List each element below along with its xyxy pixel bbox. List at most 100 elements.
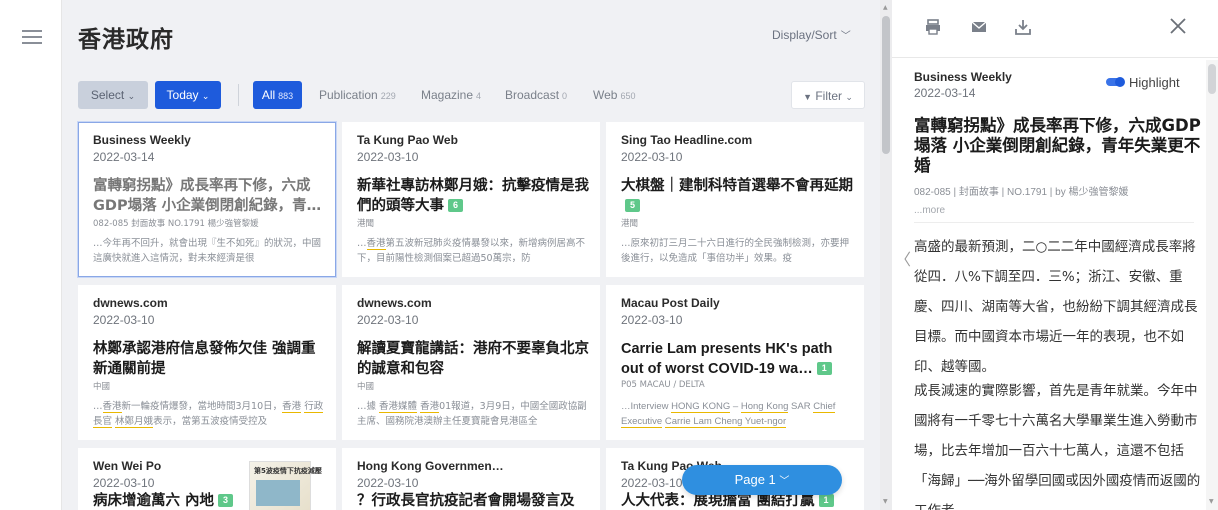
card-headline: Carrie Lam presents HK's path out of wor… [621,339,857,379]
card-date: 2022-03-10 [93,476,155,490]
keyword-highlight: HONG KONG [671,401,731,413]
more-link[interactable]: ...more [914,205,945,216]
card-source: Business Weekly [93,133,191,147]
card-headline-text: ？行政長官抗疫記者會開場發言及 [357,493,575,509]
tab-label: Publication [319,88,378,102]
card-source: Wen Wei Po [93,459,162,473]
download-icon[interactable] [1014,18,1032,36]
close-icon[interactable] [1166,14,1190,38]
card-headline-text: 解讀夏寶龍講話：港府不要辜負北京的誠意和包容 [357,341,589,377]
mention-count-badge: 3 [218,494,234,507]
tab-count: 4 [476,91,482,101]
highlight-toggle[interactable]: Highlight [1106,75,1180,93]
card-section: 港聞 [357,219,375,229]
reader-scrollbar[interactable]: ▼ [1206,60,1218,510]
card-date: 2022-03-10 [357,313,419,327]
mail-icon[interactable] [970,18,988,36]
card-date: 2022-03-10 [93,313,155,327]
display-sort-button[interactable]: Display/Sort ﹀ [772,27,851,42]
tab-publication[interactable]: Publication 229 [319,81,396,109]
card-headline: 新華社專訪林鄭月娥：抗擊疫情是我們的頭等大事 6 [357,176,593,216]
tab-count: 229 [380,91,396,101]
card-date: 2022-03-10 [357,150,419,164]
page-label: Page 1 [734,472,776,487]
keyword-highlight: 林鄭月娥 [115,416,154,428]
card-headline: ？行政長官抗疫記者會開場發言及 [357,491,593,510]
divider [238,84,239,106]
article-card[interactable]: Hong Kong Governmen… 2022-03-10 ？行政長官抗疫記… [342,448,600,510]
tab-label: Broadcast [505,88,560,102]
scroll-down-icon[interactable]: ▼ [883,498,888,505]
card-section: 中國 [93,382,111,392]
hamburger-icon[interactable] [22,30,42,44]
tab-count: 883 [278,91,294,101]
page-title: 香港政府 [78,27,174,53]
scrollbar-thumb[interactable] [882,16,890,154]
reader-paragraph: 成長減速的實際影響，首先是青年就業。今年中國將有一千零七十六萬名大學畢業生進入勞… [914,383,1201,510]
chevron-down-icon: ﹀ [840,31,851,42]
card-headline-text: 大棋盤｜建制科特首選舉不會再延期 [621,178,853,194]
card-date: 2022-03-10 [357,476,419,490]
article-card[interactable]: Macau Post Daily 2022-03-10 Carrie Lam p… [606,285,864,440]
article-card[interactable]: dwnews.com 2022-03-10 林鄭承認港府信息發佈欠佳 強調重新通… [78,285,336,440]
tab-label: Web [593,88,618,102]
card-source: Hong Kong Governmen… [357,459,504,473]
tab-magazine[interactable]: Magazine 4 [421,81,481,109]
scroll-down-icon[interactable]: ▼ [1209,498,1214,505]
reader-meta: 082-085 | 封面故事 | NO.1791 | by 楊少強管黎媛 [914,187,1129,198]
keyword-highlight: 香港 [102,401,122,413]
card-headline-text: 新華社專訪林鄭月娥：抗擊疫情是我們的頭等大事 [357,178,589,214]
keyword-highlight: Carrie Lam Cheng Yuet-ngor [664,416,787,428]
card-headline-text: 富轉窮拐點》成長率再下修，六成GDP塌落 小企業倒閉創紀錄，青… [93,178,322,214]
article-card[interactable]: Wen Wei Po 2022-03-10 病床增逾萬六 內地 3 第5波疫情下抗… [78,448,336,510]
tab-label: Magazine [421,88,474,102]
article-card[interactable]: Sing Tao Headline.com 2022-03-10 大棋盤｜建制科… [606,122,864,277]
page-selector[interactable]: Page 1 ﹀ [682,465,842,495]
tab-label: All [261,88,276,102]
card-snippet: …據 香港媒體 香港01報道，3月9日，中國全國政協副主席、國務院港澳辦主任夏寶… [357,401,587,427]
reader-date: 2022-03-14 [914,86,976,100]
results-scrollbar[interactable]: ▲ ▼ [880,0,892,510]
toggle-switch[interactable] [1106,77,1125,87]
card-headline: 大棋盤｜建制科特首選舉不會再延期 5 [621,176,857,216]
card-headline: 林鄭承認港府信息發佈欠佳 強調重新通關前提 [93,339,329,379]
article-card[interactable]: Ta Kung Pao Web 2022-03-10 新華社專訪林鄭月娥：抗擊疫… [342,122,600,277]
tab-web[interactable]: Web 650 [593,81,636,109]
chevron-down-icon: ⌄ [845,92,853,102]
select-dropdown[interactable]: Select ⌄ [78,81,148,109]
left-rail [0,0,62,510]
article-reader: Business Weekly 2022-03-14 Highlight 富轉窮… [892,0,1218,510]
date-range-dropdown[interactable]: Today ⌄ [155,81,221,109]
article-thumbnail: 第5波疫情下抗疫減壓 [249,461,322,510]
card-source: Macau Post Daily [621,296,720,310]
tab-all[interactable]: All 883 [253,81,302,109]
keyword-highlight: 香港 [420,401,440,413]
chevron-down-icon: ⌄ [127,91,136,101]
select-label: Select [90,88,125,102]
filter-button[interactable]: ▼ Filter ⌄ [791,81,865,109]
scrollbar-thumb[interactable] [1208,64,1216,94]
mention-count-badge: 1 [818,494,834,507]
article-card[interactable]: Business Weekly 2022-03-14 富轉窮拐點》成長率再下修，… [78,122,336,277]
print-icon[interactable] [924,18,942,36]
card-source: Sing Tao Headline.com [621,133,753,147]
filter-icon: ▼ [803,92,812,102]
chevron-left-icon[interactable]: 〈 [895,246,911,270]
app-root: 香港政府 Display/Sort ﹀ Select ⌄ Today ⌄ All 8… [0,0,1218,510]
keyword-highlight: 香港 [282,401,302,413]
chevron-down-icon: ﹀ [779,476,790,487]
scroll-up-icon[interactable]: ▲ [883,4,888,11]
results-pane: 香港政府 Display/Sort ﹀ Select ⌄ Today ⌄ All 8… [62,0,880,510]
card-source: dwnews.com [357,296,432,310]
highlight-label: Highlight [1129,75,1180,90]
tab-broadcast[interactable]: Broadcast 0 [505,81,567,109]
card-date: 2022-03-10 [621,150,683,164]
article-card[interactable]: dwnews.com 2022-03-10 解讀夏寶龍講話：港府不要辜負北京的誠… [342,285,600,440]
display-sort-label: Display/Sort [772,28,837,42]
card-headline: 富轉窮拐點》成長率再下修，六成GDP塌落 小企業倒閉創紀錄，青… [93,176,329,216]
card-section: 082-085 封面故事 NO.1791 楊少強管黎媛 [93,219,259,229]
keyword-highlight: 香港 [366,238,386,250]
card-snippet: …香港第五波新冠肺炎疫情暴發以來，新增病例居高不下，目前陽性檢測個案已超過50萬… [357,238,586,264]
reader-paragraph: 高盛的最新預測，二○二二年中國經濟成長率將從四．八%下調至四．三%；浙江、安徽、… [914,239,1198,375]
keyword-highlight: 香港媒體 [379,401,418,413]
